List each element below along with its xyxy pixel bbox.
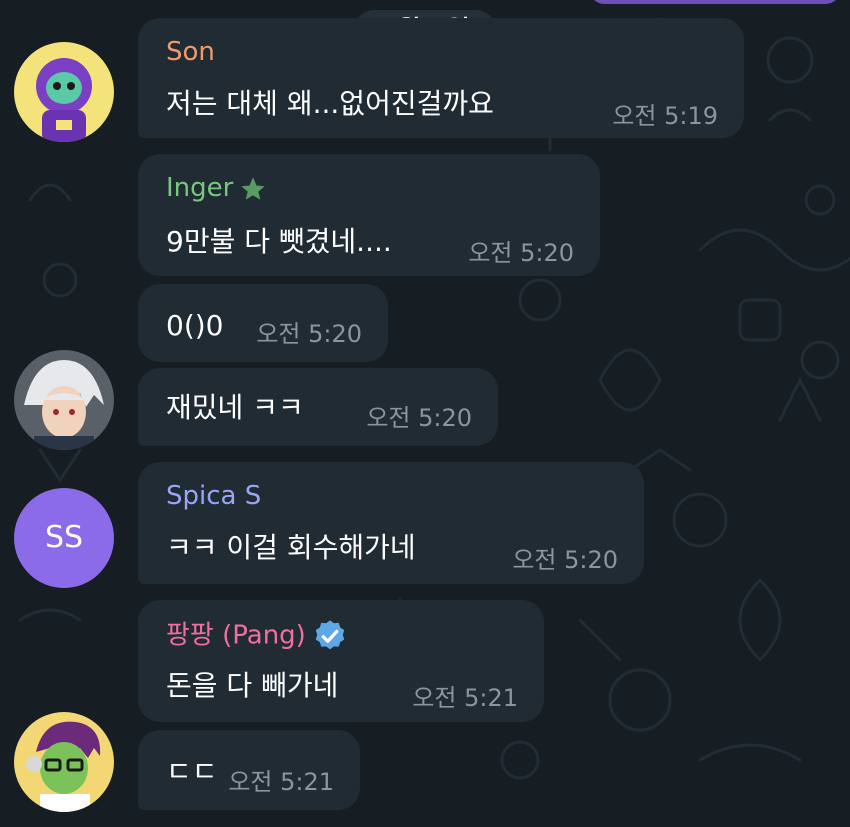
message-time: 오전 5:20	[468, 239, 574, 267]
message-time: 오전 5:21	[412, 684, 518, 712]
message-bubble[interactable]: Spica S ㅋㅋ 이걸 회수해가네 오전 5:20	[138, 462, 644, 584]
sender-name[interactable]: 팡팡 (Pang)	[166, 618, 348, 654]
message-bubble[interactable]: 팡팡 (Pang) 돈을 다 빼가네 오전 5:21	[138, 600, 544, 722]
message-text: ㄷㄷ	[166, 755, 218, 788]
previous-message-bubble-edge	[590, 0, 840, 4]
avatar-son[interactable]	[14, 42, 114, 142]
sender-name-label: 팡팡 (Pang)	[166, 620, 306, 651]
message-time: 오전 5:21	[228, 768, 334, 796]
message-time: 오전 5:20	[256, 320, 362, 348]
star-icon	[241, 176, 266, 200]
message-text: 0()0	[166, 309, 224, 342]
sender-name[interactable]: Spica S	[166, 480, 261, 512]
message-text: 저는 대체 왜...없어진걸까요	[166, 87, 494, 120]
message-time: 오전 5:20	[366, 404, 472, 432]
avatar-pang[interactable]	[14, 712, 114, 812]
message-text: 재밌네 ㅋㅋ	[166, 391, 304, 424]
message-bubble[interactable]: 재밌네 ㅋㅋ 오전 5:20	[138, 368, 498, 446]
sender-name[interactable]: Son	[166, 36, 215, 68]
message-text: ㅋㅋ 이걸 회수해가네	[166, 531, 416, 564]
message-bubble[interactable]: Son 저는 대체 왜...없어진걸까요 오전 5:19	[138, 18, 744, 138]
message-bubble[interactable]: Inger 9만불 다 뺏겼네.... 오전 5:20	[138, 154, 600, 276]
sender-name[interactable]: Inger	[166, 172, 267, 204]
sender-name-label: Inger	[166, 173, 234, 203]
message-time: 오전 5:20	[512, 546, 618, 574]
message-text: 9만불 다 뺏겼네....	[166, 225, 392, 258]
message-text: 돈을 다 빼가네	[166, 669, 339, 702]
message-bubble[interactable]: ㄷㄷ 오전 5:21	[138, 730, 360, 810]
avatar-spica-s[interactable]: SS	[14, 488, 114, 588]
avatar-user[interactable]	[14, 350, 114, 450]
message-bubble[interactable]: 0()0 오전 5:20	[138, 284, 388, 362]
verified-badge-icon	[315, 620, 345, 650]
message-time: 오전 5:19	[612, 102, 718, 130]
